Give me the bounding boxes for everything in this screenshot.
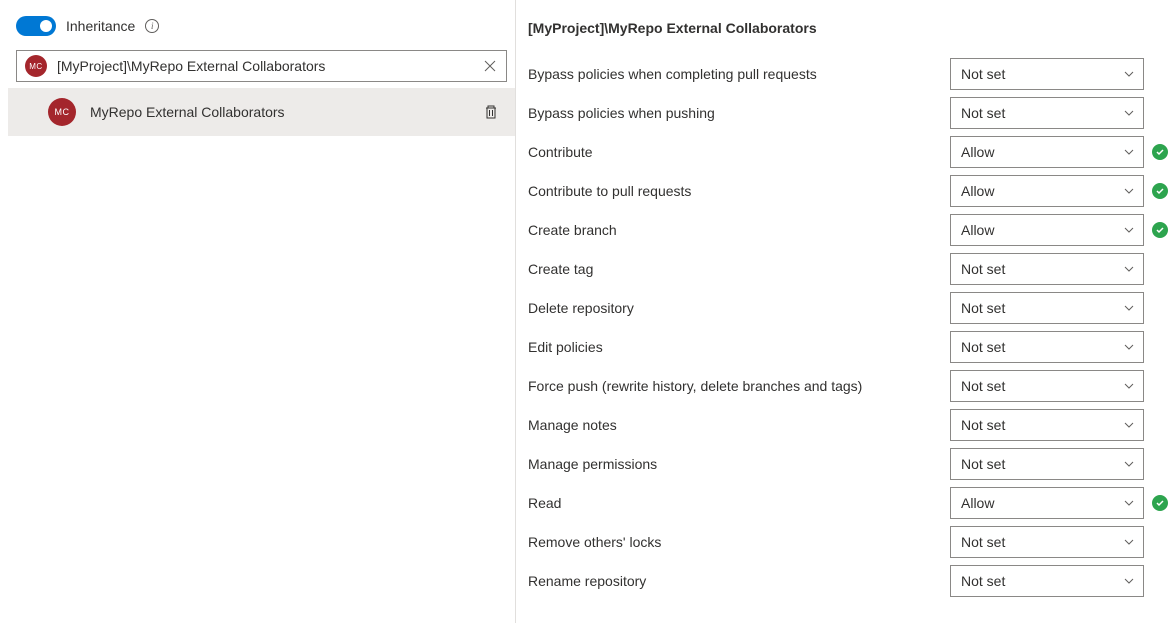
permission-select-value: Not set (961, 66, 1005, 82)
permission-select-value: Not set (961, 105, 1005, 121)
permission-select[interactable]: Allow (950, 487, 1144, 519)
permission-select-value: Not set (961, 378, 1005, 394)
permission-select[interactable]: Not set (950, 565, 1144, 597)
permission-row: Edit policies Not set (528, 327, 1176, 366)
permission-row: Bypass policies when completing pull req… (528, 54, 1176, 93)
info-icon[interactable]: i (145, 19, 159, 33)
inheritance-toggle[interactable] (16, 16, 56, 36)
permission-select[interactable]: Not set (950, 292, 1144, 324)
permission-label: Create tag (528, 261, 950, 277)
permission-label: Edit policies (528, 339, 950, 355)
permission-label: Force push (rewrite history, delete bran… (528, 378, 950, 394)
permission-row: Read Allow (528, 483, 1176, 522)
permission-select[interactable]: Not set (950, 58, 1144, 90)
permission-label: Create branch (528, 222, 950, 238)
permission-label: Bypass policies when pushing (528, 105, 950, 121)
permission-select-value: Not set (961, 573, 1005, 589)
avatar: MC (25, 55, 47, 77)
permission-select-value: Not set (961, 456, 1005, 472)
permission-select-value: Not set (961, 300, 1005, 316)
permission-row: Manage notes Not set (528, 405, 1176, 444)
chevron-down-icon (1123, 497, 1135, 509)
chevron-down-icon (1123, 380, 1135, 392)
permission-select-value: Not set (961, 261, 1005, 277)
chevron-down-icon (1123, 302, 1135, 314)
chevron-down-icon (1123, 536, 1135, 548)
check-icon (1152, 495, 1168, 511)
permission-select-value: Allow (961, 144, 994, 160)
delete-icon[interactable] (483, 104, 499, 120)
permission-select[interactable]: Not set (950, 409, 1144, 441)
permission-select-value: Not set (961, 339, 1005, 355)
permission-check-cell (1152, 495, 1176, 511)
chevron-down-icon (1123, 185, 1135, 197)
permission-row: Create tag Not set (528, 249, 1176, 288)
permission-select-value: Allow (961, 183, 994, 199)
permissions-title: [MyProject]\MyRepo External Collaborator… (528, 20, 1176, 54)
permission-label: Rename repository (528, 573, 950, 589)
permission-select[interactable]: Allow (950, 175, 1144, 207)
permission-label: Contribute to pull requests (528, 183, 950, 199)
avatar: MC (48, 98, 76, 126)
permission-label: Read (528, 495, 950, 511)
permission-select[interactable]: Not set (950, 97, 1144, 129)
clear-icon[interactable] (482, 58, 498, 74)
permission-row: Force push (rewrite history, delete bran… (528, 366, 1176, 405)
permission-select[interactable]: Not set (950, 331, 1144, 363)
permission-select[interactable]: Not set (950, 526, 1144, 558)
permission-label: Manage notes (528, 417, 950, 433)
group-item-label: MyRepo External Collaborators (90, 104, 469, 120)
permission-select-value: Not set (961, 534, 1005, 550)
chevron-down-icon (1123, 146, 1135, 158)
chevron-down-icon (1123, 224, 1135, 236)
permission-check-cell (1152, 222, 1176, 238)
group-list-item[interactable]: MC MyRepo External Collaborators (8, 88, 515, 136)
permission-label: Remove others' locks (528, 534, 950, 550)
permission-row: Bypass policies when pushing Not set (528, 93, 1176, 132)
chevron-down-icon (1123, 341, 1135, 353)
permission-label: Contribute (528, 144, 950, 160)
permission-select[interactable]: Not set (950, 370, 1144, 402)
check-icon (1152, 183, 1168, 199)
permission-label: Delete repository (528, 300, 950, 316)
chevron-down-icon (1123, 107, 1135, 119)
inheritance-label: Inheritance (66, 18, 135, 34)
permission-check-cell (1152, 183, 1176, 199)
chevron-down-icon (1123, 419, 1135, 431)
permission-label: Bypass policies when completing pull req… (528, 66, 950, 82)
permission-select-value: Allow (961, 222, 994, 238)
permission-select[interactable]: Allow (950, 214, 1144, 246)
permission-label: Manage permissions (528, 456, 950, 472)
permission-select[interactable]: Allow (950, 136, 1144, 168)
permission-select[interactable]: Not set (950, 448, 1144, 480)
permission-row: Delete repository Not set (528, 288, 1176, 327)
check-icon (1152, 222, 1168, 238)
permission-row: Remove others' locks Not set (528, 522, 1176, 561)
permission-row: Manage permissions Not set (528, 444, 1176, 483)
chevron-down-icon (1123, 68, 1135, 80)
permission-row: Rename repository Not set (528, 561, 1176, 600)
chevron-down-icon (1123, 263, 1135, 275)
permission-row: Contribute Allow (528, 132, 1176, 171)
permission-select[interactable]: Not set (950, 253, 1144, 285)
identity-search-box[interactable]: MC [MyProject]\MyRepo External Collabora… (16, 50, 507, 82)
check-icon (1152, 144, 1168, 160)
chevron-down-icon (1123, 575, 1135, 587)
permission-row: Create branch Allow (528, 210, 1176, 249)
permission-select-value: Allow (961, 495, 994, 511)
search-input-value[interactable]: [MyProject]\MyRepo External Collaborator… (57, 58, 472, 74)
permission-row: Contribute to pull requests Allow (528, 171, 1176, 210)
permission-select-value: Not set (961, 417, 1005, 433)
chevron-down-icon (1123, 458, 1135, 470)
permission-check-cell (1152, 144, 1176, 160)
